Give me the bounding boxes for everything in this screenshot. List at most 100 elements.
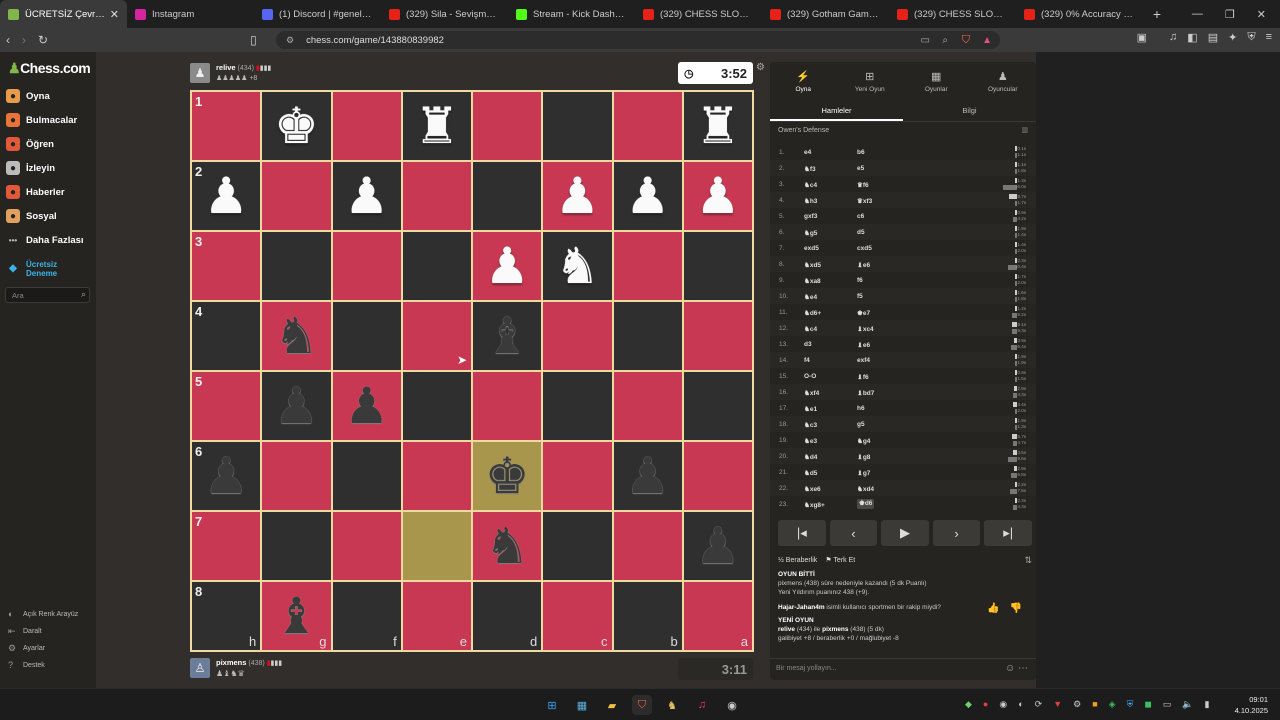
prev-move-button[interactable]: ‹ [829, 520, 878, 546]
black-pawn-icon[interactable]: ♟ [695, 521, 740, 571]
white-move[interactable]: ♞xg8+ [804, 501, 825, 509]
board-square[interactable] [473, 372, 542, 440]
browser-tab[interactable]: (329) 0% Accuracy - YouTu [1016, 0, 1143, 28]
vpn-icon[interactable]: ⛨ [1247, 31, 1255, 44]
white-move[interactable]: ♞xf4 [804, 389, 819, 397]
white-move[interactable]: ♞e4 [804, 293, 817, 301]
board-square[interactable]: ♟ [262, 372, 331, 440]
black-move[interactable]: ♞xd4 [857, 485, 874, 493]
board-square[interactable] [402, 512, 471, 580]
new-game-player-b[interactable]: pixmens [822, 626, 848, 633]
tray-settings-icon[interactable]: ⚙ [1073, 699, 1081, 710]
sidebar-footer-item[interactable]: ⇤ Daralt [8, 624, 42, 638]
board-square[interactable] [683, 442, 752, 510]
tray-mic-icon[interactable]: ▼ [1053, 699, 1062, 710]
sidebar-item-ren[interactable]: ● Öğren [6, 134, 92, 154]
black-move[interactable]: ♛xf3 [857, 197, 872, 205]
tab-moves[interactable]: Hamleler [770, 100, 903, 121]
board-square[interactable] [613, 512, 682, 580]
board-square[interactable]: ♚ [262, 92, 331, 160]
black-move[interactable]: ♝xc4 [857, 325, 874, 333]
black-move[interactable]: b6 [857, 149, 865, 156]
sidebar-item-haberler[interactable]: ● Haberler [6, 182, 92, 202]
black-move[interactable]: f5 [857, 293, 863, 300]
sidebar-footer-item[interactable]: ? Destek [8, 658, 45, 672]
board-square[interactable]: g ♝ [262, 582, 331, 650]
browser-tab[interactable]: ÜCRETSİZ Çevrimiçi Sa ✕ [0, 0, 127, 28]
black-move[interactable]: ♝f6 [857, 373, 869, 381]
white-move[interactable]: O-O [804, 373, 816, 380]
opening-name[interactable]: Owen's Defense [778, 127, 829, 134]
tab-yeni-oyun[interactable]: ⊞ Yeni Oyun [837, 66, 904, 96]
thumbs-up-icon[interactable]: 👍 [987, 603, 999, 614]
board-square[interactable]: 1 [192, 92, 261, 160]
white-move[interactable]: ♞d6+ [804, 309, 821, 317]
black-bishop-icon[interactable]: ♝ [485, 311, 530, 361]
board-square[interactable]: ♟ [332, 372, 401, 440]
explorer-icon[interactable]: ▰ [602, 695, 622, 715]
browser-tab[interactable]: (329) CHESS SLOWRUN (E [889, 0, 1016, 28]
black-move[interactable]: ♝g8 [857, 453, 870, 461]
minimize-icon[interactable]: — [1192, 8, 1203, 21]
board-square[interactable] [332, 92, 401, 160]
black-move[interactable]: ♝e6 [857, 261, 870, 269]
white-pawn-icon[interactable]: ♟ [625, 171, 670, 221]
black-move[interactable]: g5 [857, 421, 865, 428]
board-square[interactable]: ♞ [543, 232, 612, 300]
tray-record-icon[interactable]: ● [983, 699, 988, 710]
board-square[interactable] [402, 442, 471, 510]
tray-steam-icon[interactable]: ◐ [1018, 699, 1023, 710]
board-square[interactable]: ♜ [683, 92, 752, 160]
board-square[interactable] [262, 442, 331, 510]
board-square[interactable]: 8h [192, 582, 261, 650]
board-square[interactable]: ♞ [473, 512, 542, 580]
white-move[interactable]: ♞xe6 [804, 485, 821, 493]
board-square[interactable]: 3 [192, 232, 261, 300]
tab-search-icon[interactable]: ▣ [1137, 31, 1147, 44]
board-square[interactable]: ♟ [683, 512, 752, 580]
site-info-icon[interactable]: ⚙ [286, 35, 294, 46]
first-move-button[interactable]: |◂ [778, 520, 826, 546]
close-window-icon[interactable]: ✕ [1257, 8, 1266, 21]
board-square[interactable] [262, 232, 331, 300]
gallery-icon[interactable]: ▦ [572, 695, 592, 715]
board-square[interactable]: ♟ [332, 162, 401, 230]
tray-volume-icon[interactable]: 🔈 [1182, 699, 1193, 710]
board-square[interactable]: ♟ [613, 162, 682, 230]
black-knight-icon[interactable]: ♞ [274, 311, 319, 361]
music-app-icon[interactable]: ♫ [692, 695, 712, 715]
tray-app-icon[interactable]: ◆ [965, 699, 972, 710]
board-square[interactable] [332, 232, 401, 300]
board-square[interactable] [613, 372, 682, 440]
app-icon[interactable]: ♞ [662, 695, 682, 715]
board-settings-icon[interactable]: ⚙ [756, 62, 765, 73]
board-square[interactable]: ♜ [402, 92, 471, 160]
sidebar-item-izleyin[interactable]: ● İzleyin [6, 158, 92, 178]
black-move[interactable]: d5 [857, 229, 865, 236]
board-square[interactable]: ♚ [473, 442, 542, 510]
board-square[interactable]: a [683, 582, 752, 650]
board-square[interactable] [613, 302, 682, 370]
board-square[interactable] [543, 302, 612, 370]
new-game-player-a[interactable]: relive [778, 626, 795, 633]
black-move[interactable]: ♚d6 [857, 499, 875, 509]
board-square[interactable] [262, 512, 331, 580]
white-move[interactable]: gxf3 [804, 213, 817, 220]
black-move[interactable]: ♛f6 [857, 181, 869, 189]
board-square[interactable] [262, 162, 331, 230]
white-move[interactable]: ♞c4 [804, 181, 817, 189]
tray-nvidia-icon[interactable]: ◈ [1109, 699, 1116, 710]
address-field[interactable]: ⚙ chess.com/game/143880839982 ▭ ⌕ ⛉ ▲ [276, 31, 1000, 49]
music-icon[interactable]: ♫ [1169, 31, 1177, 44]
last-move-button[interactable]: ▸| [984, 520, 1032, 546]
board-square[interactable]: ♟ [473, 232, 542, 300]
board-square[interactable] [473, 92, 542, 160]
browser-tab[interactable]: Stream - Kick Dashboard [508, 0, 635, 28]
white-move[interactable]: e4 [804, 149, 811, 156]
board-square[interactable]: f [332, 582, 401, 650]
black-move[interactable]: c6 [857, 213, 864, 220]
chesscom-logo[interactable]: ♟Chess.com [8, 60, 91, 77]
board-square[interactable] [402, 302, 471, 370]
tab-info[interactable]: Bilgi [903, 100, 1036, 121]
white-rook-icon[interactable]: ♜ [414, 101, 459, 151]
